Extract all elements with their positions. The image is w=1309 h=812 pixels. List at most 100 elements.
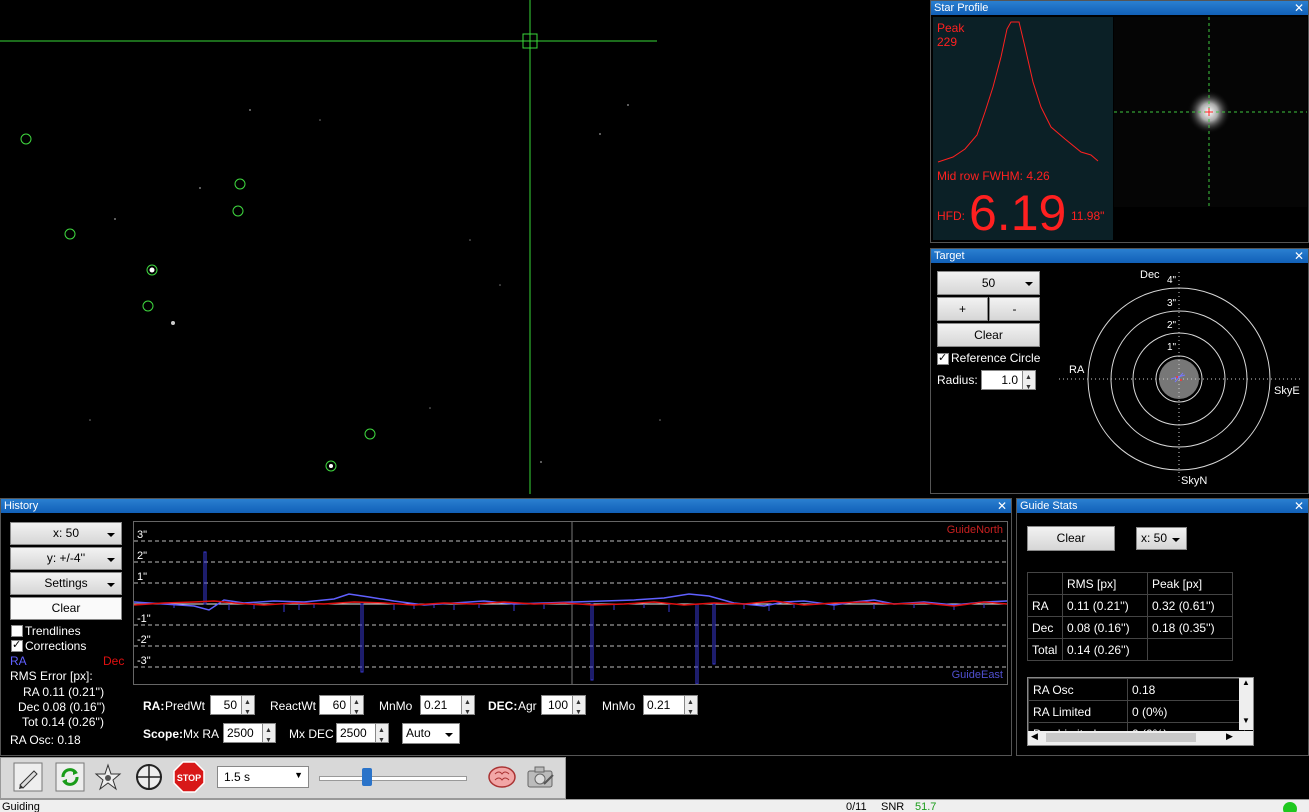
graph-label-2: 2": [137, 550, 148, 562]
camera-view[interactable]: [0, 0, 928, 494]
mnmo-dec-input[interactable]: 0.21: [643, 694, 698, 722]
history-y-select[interactable]: y: +/-4'': [10, 547, 122, 570]
loop-icon[interactable]: [54, 761, 86, 793]
close-icon[interactable]: ✕: [1294, 499, 1304, 513]
radius-spinner[interactable]: [1022, 369, 1036, 397]
target-panel: Target ✕ 50 + - Clear Reference Circle R…: [930, 248, 1309, 494]
hfd-arcsec: 11.98": [1071, 209, 1105, 223]
pencil-icon[interactable]: [12, 761, 44, 793]
table-header-row: RMS [px] Peak [px]: [1027, 572, 1233, 595]
predwt-input[interactable]: 50: [210, 694, 255, 722]
slider-thumb[interactable]: [362, 768, 372, 786]
ring-label-4: 4": [1167, 275, 1177, 286]
history-clear-button[interactable]: Clear: [10, 597, 122, 620]
mxra-input[interactable]: 2500: [223, 722, 276, 750]
status-frames: 0/11: [846, 801, 867, 812]
scroll-thumb[interactable]: [1046, 733, 1196, 742]
history-x-select[interactable]: x: 50: [10, 522, 122, 545]
graph-label-neg3: -3": [137, 655, 151, 667]
dec-legend: Dec: [103, 654, 125, 668]
horizontal-scrollbar[interactable]: ◀ ▶: [1028, 731, 1253, 745]
status-snr-label: SNR: [881, 801, 905, 812]
target-scale-select[interactable]: 50: [937, 271, 1040, 295]
radius-input[interactable]: 1.0: [981, 369, 1036, 397]
mxra-value: 2500: [227, 726, 254, 740]
graph-label-1: 1": [137, 571, 148, 583]
mnmo-dec-spinner[interactable]: [684, 694, 698, 722]
list-key: RA Osc: [1028, 678, 1128, 701]
graph-label-neg2: -2": [137, 634, 151, 646]
dec-mode-select[interactable]: Auto: [402, 723, 460, 744]
table-cell: 0.32 (0.61''): [1147, 594, 1233, 617]
reference-circle-label: Reference Circle: [951, 351, 1041, 365]
agr-input[interactable]: 100: [541, 694, 586, 722]
table-header-cell: [1027, 572, 1063, 595]
table-cell: 0.08 (0.16''): [1062, 616, 1148, 639]
reference-circle-checkbox[interactable]: [937, 351, 949, 365]
scroll-left-icon[interactable]: ◀: [1031, 731, 1038, 742]
table-cell: 0.11 (0.21''): [1062, 594, 1148, 617]
scroll-up-icon[interactable]: ▲: [1242, 678, 1250, 687]
crosshair-icon[interactable]: [133, 761, 165, 793]
brain-icon[interactable]: [486, 761, 518, 793]
ring-label-3: 3": [1167, 298, 1177, 309]
mxdec-spinner[interactable]: [375, 722, 389, 750]
zoom-in-button[interactable]: +: [937, 297, 988, 321]
table-cell: [1147, 638, 1233, 661]
guide-stats-clear-button[interactable]: Clear: [1027, 526, 1115, 551]
reactwt-input[interactable]: 60: [319, 694, 364, 722]
target-clear-button[interactable]: Clear: [937, 323, 1040, 347]
camera-settings-icon[interactable]: [525, 761, 557, 793]
agr-spinner[interactable]: [572, 694, 586, 722]
mxdec-input[interactable]: 2500: [336, 722, 389, 750]
graph-label-neg1: -1": [137, 613, 151, 625]
predwt-spinner[interactable]: [241, 694, 255, 722]
table-header-cell: Peak [px]: [1147, 572, 1233, 595]
mxdec-label: Mx DEC: [289, 727, 334, 741]
table-cell: 0.18 (0.35''): [1147, 616, 1233, 639]
close-icon[interactable]: ✕: [1294, 249, 1304, 263]
history-settings-button[interactable]: Settings: [10, 572, 122, 595]
dec-param-prefix: DEC:: [488, 699, 518, 713]
close-icon[interactable]: ✕: [1294, 1, 1304, 15]
star-profile-titlebar: Star Profile ✕: [931, 1, 1308, 15]
axis-dec-label: Dec: [1140, 269, 1160, 281]
status-bar: Guiding 0/11 SNR 51.7: [0, 799, 1309, 812]
close-icon[interactable]: ✕: [997, 499, 1007, 513]
exposure-value: 1.5 s: [224, 770, 251, 784]
mnmo-ra-input[interactable]: 0.21: [420, 694, 475, 722]
gamma-slider[interactable]: [313, 766, 471, 788]
list-value: 0.18: [1127, 678, 1245, 701]
exposure-select[interactable]: 1.5 s ▼: [217, 766, 309, 788]
stop-icon[interactable]: STOP: [173, 761, 205, 793]
reactwt-spinner[interactable]: [350, 694, 364, 722]
predwt-value: 50: [223, 698, 237, 712]
agr-label: Agr: [518, 699, 537, 713]
guide-stats-x-select[interactable]: x: 50: [1136, 527, 1187, 550]
scroll-right-icon[interactable]: ▶: [1226, 731, 1233, 742]
vertical-scrollbar[interactable]: ▲ ▼: [1239, 678, 1253, 730]
history-panel: History ✕ x: 50 y: +/-4'' Settings Clear…: [0, 498, 1012, 756]
star-markers: [20, 133, 376, 472]
corrections-checkbox[interactable]: [11, 638, 23, 652]
mnmo-ra-spinner[interactable]: [461, 694, 475, 722]
star-field: [0, 0, 661, 494]
table-cell: 0.14 (0.26''): [1062, 638, 1148, 661]
guide-stats-list[interactable]: RA Osc0.18 RA Limited0 (0%) Dec Limited0…: [1027, 677, 1254, 746]
reactwt-value: 60: [332, 698, 346, 712]
status-text: Guiding: [2, 801, 40, 812]
star-profile-panel: Star Profile ✕ Peak 229 Mid row FWHM: 4.…: [930, 0, 1309, 243]
status-snr-value: 51.7: [915, 801, 937, 812]
mxra-spinner[interactable]: [262, 722, 276, 750]
target-titlebar: Target ✕: [931, 249, 1308, 263]
scroll-down-icon[interactable]: ▼: [1242, 716, 1250, 725]
scope-param-prefix: Scope:: [143, 727, 184, 741]
guide-stats-table: RMS [px] Peak [px] RA 0.11 (0.21'') 0.32…: [1027, 572, 1233, 661]
trendlines-checkbox[interactable]: [11, 625, 23, 637]
history-graph[interactable]: 3" 2" 1" -1" -2" -3" GuideNorth GuideEas…: [133, 521, 1008, 685]
fwhm-text: Mid row FWHM: 4.26: [937, 169, 1050, 183]
zoom-out-button[interactable]: -: [989, 297, 1040, 321]
chevron-down-icon: ▼: [294, 770, 303, 780]
history-titlebar: History ✕: [1, 499, 1011, 513]
star-select-icon[interactable]: [92, 761, 124, 793]
